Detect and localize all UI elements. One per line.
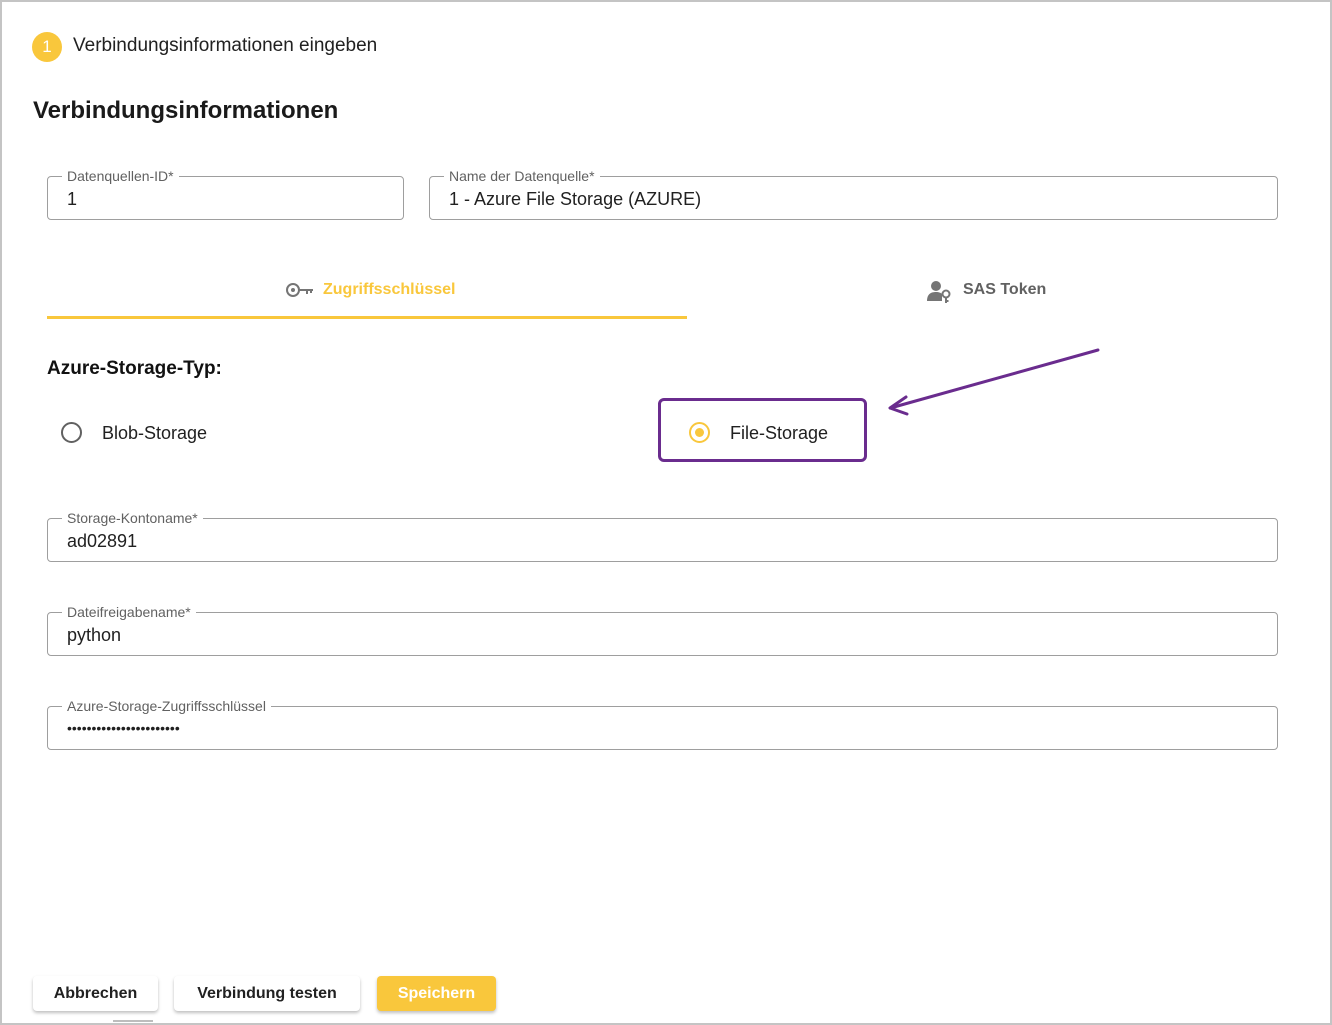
step-number-badge: 1 xyxy=(32,32,62,62)
section-title: Verbindungsinformationen xyxy=(33,97,339,124)
access-key-value: ••••••••••••••••••••••• xyxy=(67,720,180,736)
share-name-label: Dateifreigabename* xyxy=(62,603,196,621)
access-key-field[interactable]: Azure-Storage-Zugriffsschlüssel ••••••••… xyxy=(47,697,1278,750)
share-name-value: python xyxy=(67,625,122,645)
datasource-id-value: 1 xyxy=(67,189,78,209)
blob-storage-radio[interactable] xyxy=(61,422,82,443)
tab-sas-token-label: SAS Token xyxy=(963,281,1047,298)
datasource-id-label: Datenquellen-ID* xyxy=(62,167,179,185)
step-title: Verbindungsinformationen eingeben xyxy=(73,35,378,56)
tab-access-key[interactable]: Zugriffsschlüssel xyxy=(47,268,687,320)
access-key-label: Azure-Storage-Zugriffsschlüssel xyxy=(62,697,271,715)
account-name-field[interactable]: Storage-Kontoname* ad02891 xyxy=(47,509,1278,562)
datasource-name-label: Name der Datenquelle* xyxy=(444,167,600,185)
bottom-divider xyxy=(113,1020,153,1022)
annotation-highlight-box xyxy=(658,398,867,462)
save-button[interactable]: Speichern xyxy=(377,976,496,1011)
datasource-name-value: 1 - Azure File Storage (AZURE) xyxy=(449,189,702,209)
storage-type-heading: Azure-Storage-Typ: xyxy=(47,358,222,379)
share-name-field[interactable]: Dateifreigabename* python xyxy=(47,603,1278,656)
blob-storage-label[interactable]: Blob-Storage xyxy=(102,423,207,444)
active-tab-indicator xyxy=(47,316,687,319)
account-name-label: Storage-Kontoname* xyxy=(62,509,203,527)
tab-sas-token[interactable]: SAS Token xyxy=(687,268,1287,320)
tab-access-key-label: Zugriffsschlüssel xyxy=(323,281,456,298)
datasource-name-field[interactable]: Name der Datenquelle* 1 - Azure File Sto… xyxy=(429,167,1278,220)
user-key-icon xyxy=(927,279,953,308)
cancel-button[interactable]: Abbrechen xyxy=(33,976,158,1011)
datasource-id-field[interactable]: Datenquellen-ID* 1 xyxy=(47,167,404,220)
annotation-arrow xyxy=(888,348,1100,416)
account-name-value: ad02891 xyxy=(67,531,138,551)
test-connection-button[interactable]: Verbindung testen xyxy=(174,976,360,1011)
key-icon xyxy=(285,281,315,304)
